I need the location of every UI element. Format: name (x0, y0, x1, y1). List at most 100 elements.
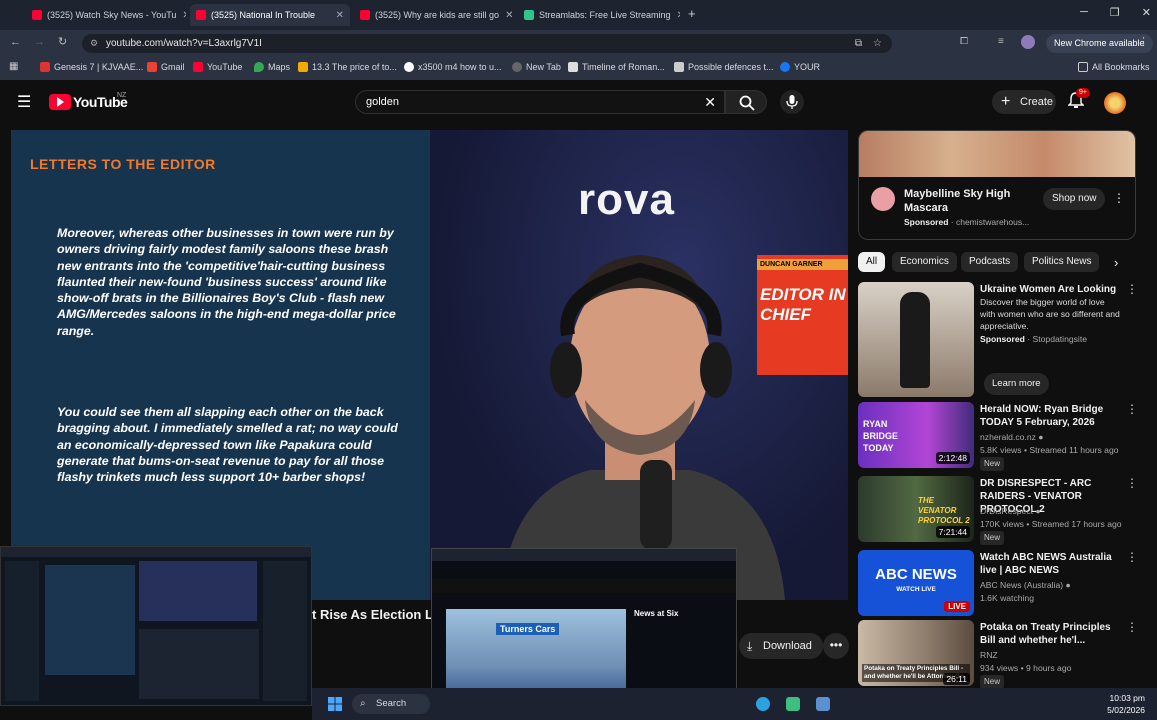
channel-label: ABC News (Australia) (980, 580, 1064, 590)
windows-taskbar: ⌕ Search 10:03 pm 5/02/2026 (312, 688, 1157, 720)
bookmark-star-icon[interactable]: ☆ (873, 34, 882, 53)
bookmark-label: x3500 m4 how to u... (418, 62, 502, 72)
close-tab-icon[interactable]: ✕ (671, 10, 680, 21)
all-bookmarks[interactable]: All Bookmarks (1078, 62, 1150, 72)
create-button[interactable]: + Create (992, 90, 1056, 114)
profile-avatar[interactable] (1021, 35, 1035, 49)
system-clock[interactable]: 10:03 pm 5/02/2026 (1107, 692, 1145, 716)
telegram-icon[interactable] (756, 697, 770, 711)
item-menu-icon[interactable]: ⋮ (1126, 550, 1138, 564)
bookmark-item[interactable]: x3500 m4 how to u... (404, 62, 502, 72)
item-menu-icon[interactable]: ⋮ (1126, 476, 1138, 490)
download-label: Download (763, 640, 812, 652)
maximize-icon[interactable]: ❐ (1110, 6, 1120, 19)
item-menu-icon[interactable]: ⋮ (1126, 620, 1138, 634)
new-badge: New (980, 457, 1005, 471)
create-label: Create (1020, 96, 1054, 108)
bookmark-item[interactable]: Possible defences t... (674, 62, 774, 72)
item-menu-icon[interactable]: ⋮ (1126, 282, 1138, 296)
chip-economics[interactable]: Economics (892, 252, 957, 272)
clear-search-icon[interactable]: ✕ (704, 91, 716, 113)
recommendation-item[interactable]: THE VENATOR PROTOCOL 2 7:21:44 DR DISRES… (858, 476, 1148, 545)
youtube-favicon-icon (196, 10, 206, 20)
channel-name: RNZ (980, 649, 1140, 661)
windows-start-icon[interactable] (328, 697, 342, 711)
tab-title: (3525) Watch Sky News - YouTu (47, 10, 177, 20)
bookmark-item[interactable]: 13.3 The price of to... (298, 62, 397, 72)
bookmark-item[interactable]: Maps (254, 62, 290, 72)
browser-menu-icon[interactable]: ⋮ (1138, 35, 1149, 48)
tab-title: (3525) National In Trouble (211, 10, 316, 20)
ad-menu-icon[interactable]: ⋮ (1113, 191, 1125, 205)
extensions-icon[interactable]: ⧠ (960, 36, 968, 47)
chip-all[interactable]: All (858, 252, 886, 272)
bookmark-item[interactable]: YOUR (780, 62, 820, 72)
more-actions-button[interactable]: ••• (823, 633, 849, 659)
rova-logo: rova (578, 175, 675, 224)
bookmark-item[interactable]: YouTube (193, 62, 242, 72)
advertiser-name: Stopdatingsite (1032, 334, 1087, 344)
thumbnail-subtext: WATCH LIVE (896, 586, 936, 593)
hamburger-menu-icon[interactable]: ☰ (17, 92, 31, 112)
youtube-logo-icon[interactable] (49, 94, 71, 110)
chip-podcasts[interactable]: Podcasts (961, 252, 1019, 272)
bookmark-item[interactable]: Gmail (147, 62, 185, 72)
download-button[interactable]: ⤓ Download (739, 633, 823, 659)
region-code: NZ (117, 92, 127, 99)
close-tab-icon[interactable]: ✕ (176, 10, 186, 21)
thumbnail-text: ABC NEWS (875, 566, 957, 583)
chip-politics-news[interactable]: Politics News (1024, 252, 1100, 272)
plus-icon: + (1001, 93, 1011, 110)
install-app-icon[interactable]: ⧉ (855, 34, 862, 53)
voice-search-button[interactable] (780, 90, 804, 114)
bookmark-label: YouTube (207, 62, 243, 72)
back-icon[interactable]: ← (10, 36, 21, 48)
taskbar-search[interactable]: ⌕ Search (352, 694, 430, 714)
app-icon[interactable] (786, 697, 800, 711)
presenter-figure (500, 255, 785, 600)
recommendation-title: Herald NOW: Ryan Bridge TODAY 5 February… (980, 404, 1104, 428)
sponsored-ad-card[interactable]: Maybelline Sky High Mascara Sponsored · … (858, 130, 1136, 240)
search-icon (739, 95, 755, 111)
bookmark-item[interactable]: Timeline of Roman... (568, 62, 665, 72)
app-icon[interactable] (816, 697, 830, 711)
bookmark-item[interactable]: Genesis 7 | KJVAAE... (40, 62, 143, 72)
browser-tab-active[interactable]: (3525) National In Trouble ✕ (190, 4, 350, 26)
close-window-icon[interactable]: ✕ (1142, 6, 1151, 19)
reload-icon[interactable]: ↻ (58, 35, 67, 48)
browser-tab[interactable]: (3525) Watch Sky News - YouTu ✕ (26, 4, 186, 26)
address-bar[interactable]: ⚙ youtube.com/watch?v=L3axrlg7V1I ⧉ ☆ (82, 34, 892, 53)
browser-tab-strip: (3525) Watch Sky News - YouTu ✕ (3525) N… (0, 0, 1157, 30)
sponsored-recommendation[interactable]: Ukraine Women Are Looking Discover the b… (858, 282, 1148, 400)
close-tab-icon[interactable]: ✕ (330, 10, 344, 21)
apps-grid-icon[interactable]: ▦ (9, 61, 18, 72)
close-tab-icon[interactable]: ✕ (499, 10, 513, 21)
bookmark-item[interactable]: New Tab (512, 62, 561, 72)
bookmark-label: 13.3 The price of to... (312, 62, 397, 72)
item-menu-icon[interactable]: ⋮ (1126, 402, 1138, 416)
chip-label: Economics (900, 256, 949, 267)
chips-next-icon[interactable]: › (1114, 255, 1118, 270)
channel-label: RNZ (980, 650, 998, 660)
browser-tab[interactable]: (3525) Why are kids are still go ✕ (354, 4, 514, 26)
new-tab-icon[interactable]: + (688, 6, 696, 21)
video-player[interactable]: LETTERS TO THE EDITOR Moreover, whereas … (11, 130, 848, 600)
media-icon[interactable]: ≡ (998, 36, 1004, 47)
recommendation-item[interactable]: ABC NEWS WATCH LIVE LIVE Watch ABC NEWS … (858, 550, 1148, 618)
forward-icon[interactable]: → (34, 36, 45, 48)
browser-tab[interactable]: Streamlabs: Free Live Streaming ✕ (518, 4, 680, 26)
recommendation-item[interactable]: Potaka on Treaty Principles Bill - and w… (858, 620, 1148, 689)
recommendation-item[interactable]: RYAN BRIDGE TODAY 2:12:48 Herald NOW: Ry… (858, 402, 1148, 471)
site-info-icon[interactable]: ⚙ (90, 34, 98, 53)
minimize-icon[interactable]: ─ (1080, 6, 1088, 19)
shop-now-button[interactable]: Shop now (1043, 188, 1106, 210)
bookmark-label: New Tab (526, 62, 561, 72)
account-avatar[interactable] (1104, 92, 1126, 114)
letters-graphic-panel: LETTERS TO THE EDITOR Moreover, whereas … (11, 130, 430, 600)
picture-in-picture-obs (0, 546, 312, 706)
learn-more-button[interactable]: Learn more (984, 373, 1049, 395)
search-button[interactable] (725, 90, 767, 114)
new-chrome-available-button[interactable]: New Chrome available (1046, 34, 1153, 53)
notifications-button[interactable]: 9+ (1067, 88, 1090, 112)
search-input[interactable]: golden ✕ (355, 90, 725, 114)
